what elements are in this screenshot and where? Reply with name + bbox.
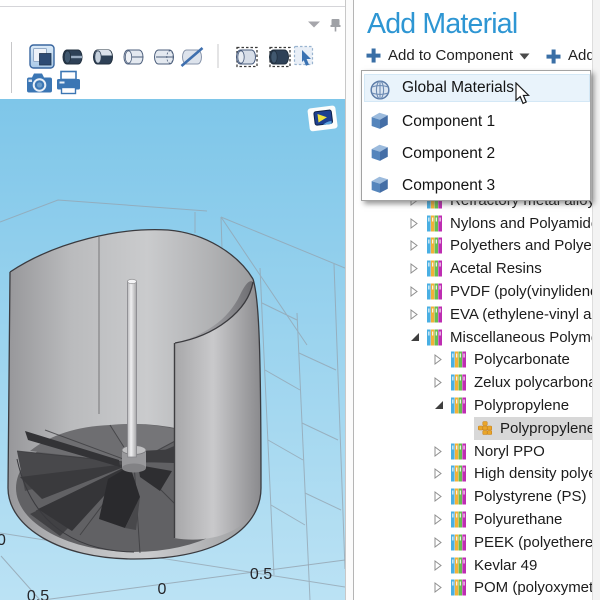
svg-text:0.5: 0.5: [250, 566, 272, 583]
svg-text:0.5: 0.5: [27, 588, 49, 600]
svg-text:0: 0: [0, 532, 6, 549]
svg-text:0: 0: [158, 581, 167, 598]
